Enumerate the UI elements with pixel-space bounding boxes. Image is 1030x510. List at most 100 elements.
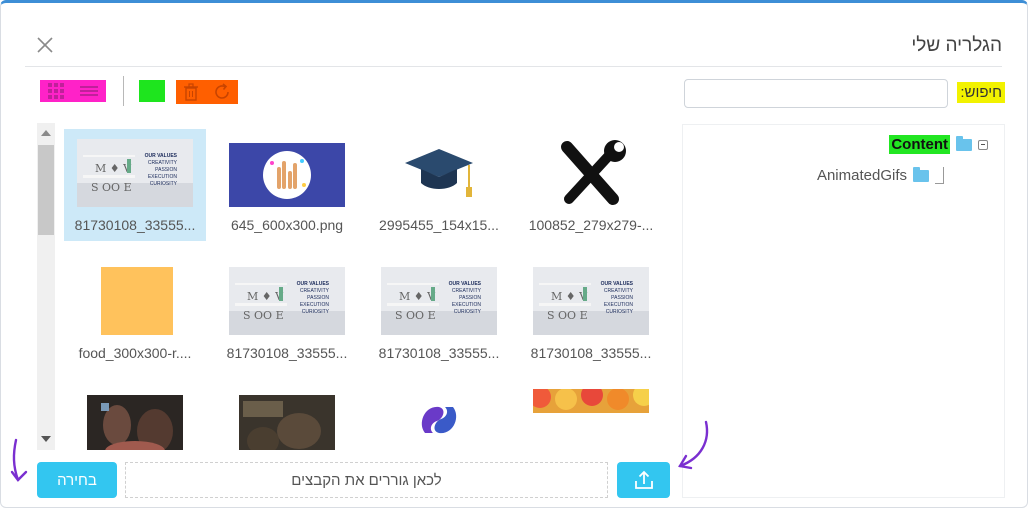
svg-text:EXECUTION: EXECUTION	[148, 174, 178, 180]
tree-branch-line	[935, 167, 944, 184]
thumbnail	[381, 139, 497, 207]
view-toggle[interactable]	[40, 80, 106, 102]
svg-text:CURIOSITY: CURIOSITY	[606, 309, 634, 315]
gallery-item[interactable]: smoove	[368, 385, 510, 450]
svg-text:CREATIVITY: CREATIVITY	[604, 288, 634, 294]
tree-item-content[interactable]: Content	[889, 135, 988, 154]
gallery-item-filename: 81730108_33555...	[530, 345, 652, 361]
thumbnail	[77, 395, 193, 450]
svg-text:EXECUTION: EXECUTION	[300, 302, 330, 308]
gallery-item-filename: 81730108_33555...	[74, 217, 196, 233]
gallery-item-filename: 100852_279x279-...	[528, 217, 654, 233]
gallery-item-filename: 81730108_33555...	[378, 345, 500, 361]
upload-icon	[634, 470, 653, 489]
thumbnail-image: M ♦ V S OO E OUR VALUES CREATIVITY PASSI…	[381, 267, 497, 335]
folder-tree: Content AnimatedGifs	[682, 124, 1005, 498]
annotation-arrow-icon	[10, 438, 28, 482]
close-icon[interactable]	[34, 34, 56, 56]
smoove-logo-text: smoove	[401, 446, 477, 450]
svg-text:OUR VALUES: OUR VALUES	[145, 153, 178, 159]
thumbnail: M ♦ V S OO E OUR VALUES CREATIVITY PASSI…	[229, 267, 345, 335]
thumbnail-image	[239, 395, 335, 450]
grid-view-icon[interactable]	[48, 83, 64, 99]
svg-text:PASSION: PASSION	[155, 167, 177, 173]
thumbnail	[533, 139, 649, 207]
gallery-item[interactable]	[216, 385, 358, 450]
header-divider	[25, 66, 1002, 67]
scroll-thumb[interactable]	[38, 145, 54, 235]
gallery-item-filename: food_300x300-r....	[78, 345, 192, 361]
svg-text:S OO E: S OO E	[243, 309, 284, 322]
thumbnail-image	[229, 143, 345, 207]
folder-icon	[913, 166, 929, 182]
thumbnail-image: M ♦ V S OO E OUR VALUES CREATIVITY PASSI…	[533, 267, 649, 335]
thumbnail-image	[101, 267, 173, 335]
graduation-cap-icon	[405, 149, 473, 197]
svg-text:EXECUTION: EXECUTION	[452, 302, 482, 308]
trash-icon[interactable]	[183, 83, 199, 101]
list-view-icon[interactable]	[80, 86, 98, 96]
svg-text:CURIOSITY: CURIOSITY	[150, 181, 178, 187]
collapse-icon[interactable]	[978, 139, 988, 150]
scroll-up-icon[interactable]	[41, 130, 51, 136]
tree-item-label: AnimatedGifs	[816, 167, 907, 184]
gallery-item[interactable]: M ♦ V S OO E OUR VALUES CREATIVITY PASSI…	[520, 257, 662, 369]
folder-icon	[956, 135, 972, 151]
svg-text:CURIOSITY: CURIOSITY	[302, 309, 330, 315]
thumbnail: M ♦ V S OO E OUR VALUES CREATIVITY PASSI…	[381, 267, 497, 335]
thumbnail-image	[533, 389, 649, 413]
gallery-item[interactable]: food_300x300-r....	[64, 257, 206, 369]
thumbnail-image: M ♦ V S OO E OUR VALUES CREATIVITY PASSI…	[229, 267, 345, 335]
svg-text:CREATIVITY: CREATIVITY	[452, 288, 482, 294]
upload-button[interactable]	[617, 462, 670, 498]
svg-text:M ♦ V: M ♦ V	[551, 290, 588, 303]
svg-text:OUR VALUES: OUR VALUES	[601, 281, 634, 287]
svg-text:OUR VALUES: OUR VALUES	[297, 281, 330, 287]
thumbnail: smoove	[381, 395, 497, 450]
svg-text:CREATIVITY: CREATIVITY	[300, 288, 330, 294]
file-actions	[176, 80, 238, 104]
search-label: חיפוש:	[957, 82, 1005, 103]
svg-text:M ♦ V: M ♦ V	[247, 290, 284, 303]
gallery-scrollbar[interactable]	[37, 123, 55, 450]
select-all-button[interactable]	[139, 80, 165, 102]
svg-text:PASSION: PASSION	[459, 295, 481, 301]
scroll-down-icon[interactable]	[41, 436, 51, 442]
svg-text:S OO E: S OO E	[395, 309, 436, 322]
gallery-item[interactable]	[520, 385, 662, 450]
svg-text:S OO E: S OO E	[91, 181, 132, 194]
svg-text:M ♦ V: M ♦ V	[95, 162, 132, 175]
svg-text:CURIOSITY: CURIOSITY	[454, 309, 482, 315]
refresh-icon[interactable]	[212, 82, 232, 102]
thumbnail	[77, 267, 193, 335]
file-dropzone[interactable]: לכאן גוררים את הקבצים	[125, 462, 608, 498]
thumbnail: M ♦ V S OO E OUR VALUES CREATIVITY PASSI…	[533, 267, 649, 335]
search-input[interactable]	[684, 79, 948, 108]
tools-icon	[561, 140, 626, 205]
svg-text:PASSION: PASSION	[611, 295, 633, 301]
thumbnail-image: M ♦ V S OO E OUR VALUES CREATIVITY PASSI…	[77, 139, 193, 207]
thumbnail: M ♦ V S OO E OUR VALUES CREATIVITY PASSI…	[77, 139, 193, 207]
svg-text:OUR VALUES: OUR VALUES	[449, 281, 482, 287]
dialog-title: הגלריה שלי	[911, 35, 1002, 56]
toolbar-separator	[123, 76, 124, 106]
gallery-item[interactable]	[64, 385, 206, 450]
svg-text:M ♦ V: M ♦ V	[399, 290, 436, 303]
thumbnail	[533, 389, 649, 415]
choose-button[interactable]: בחירה	[37, 462, 117, 498]
annotation-arrow-icon	[678, 420, 709, 470]
thumbnail	[229, 139, 345, 207]
gallery-item-filename: 81730108_33555...	[226, 345, 348, 361]
gallery-item[interactable]: M ♦ V S OO E OUR VALUES CREATIVITY PASSI…	[216, 257, 358, 369]
svg-text:CREATIVITY: CREATIVITY	[148, 160, 178, 166]
svg-text:S OO E: S OO E	[547, 309, 588, 322]
gallery-item[interactable]: 2995455_154x15...	[368, 129, 510, 241]
gallery-item-filename: 645_600x300.png	[230, 217, 344, 233]
gallery-item[interactable]: 100852_279x279-...	[520, 129, 662, 241]
gallery-item[interactable]: M ♦ V S OO E OUR VALUES CREATIVITY PASSI…	[64, 129, 206, 241]
tree-item-animatedgifs[interactable]: AnimatedGifs	[816, 166, 944, 184]
tree-item-label: Content	[889, 135, 950, 154]
gallery-item[interactable]: M ♦ V S OO E OUR VALUES CREATIVITY PASSI…	[368, 257, 510, 369]
thumbnail-image	[87, 395, 183, 450]
gallery-item[interactable]: 645_600x300.png	[216, 129, 358, 241]
